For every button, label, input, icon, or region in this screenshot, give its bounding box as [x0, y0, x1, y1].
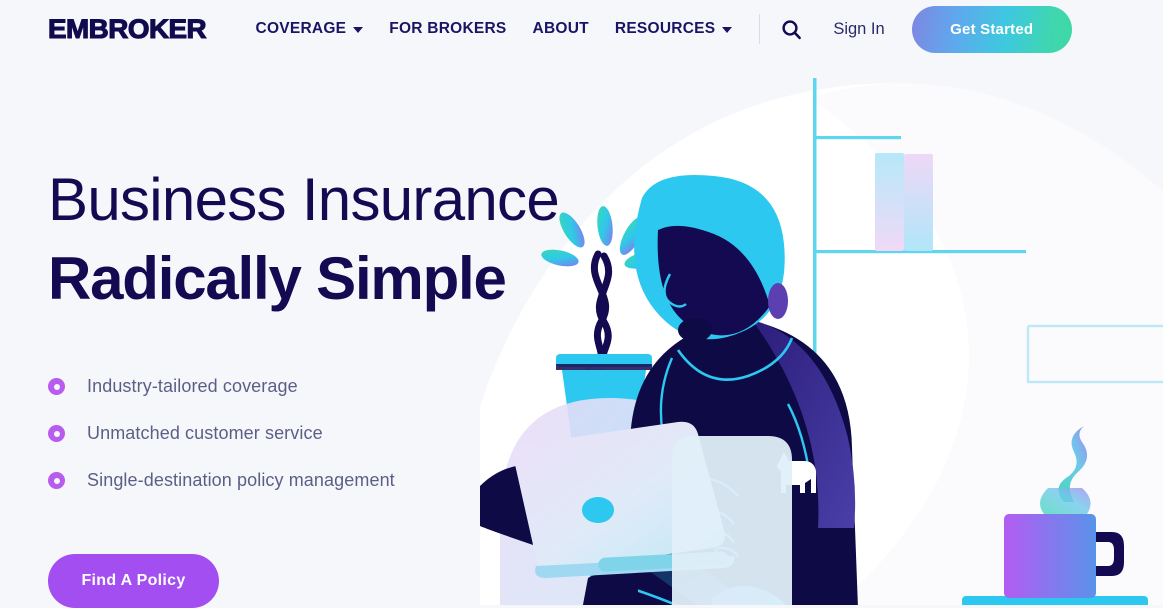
bullet-dot-icon [48, 378, 65, 395]
hero-content: Business Insurance Radically Simple Indu… [48, 160, 560, 608]
nav-item-label: ABOUT [532, 20, 589, 37]
nav-item-label: FOR BROKERS [389, 20, 507, 37]
benefit-label: Industry-tailored coverage [87, 376, 298, 396]
nav-item-label: RESOURCES [614, 20, 716, 37]
headline-line-2: Radically Simple [48, 245, 507, 312]
nav-item-for-brokers[interactable]: FOR BROKERS [376, 20, 519, 38]
bullet-dot-icon [48, 472, 65, 489]
benefit-label: Unmatched customer service [87, 423, 323, 443]
hero-illustration [480, 58, 1163, 605]
nav-item-about[interactable]: ABOUT [520, 20, 602, 38]
list-item: Single-destination policy management [48, 457, 559, 504]
page-title: Business Insurance Radically Simple [48, 160, 560, 318]
embroker-logo[interactable]: EMBROKER [47, 13, 207, 45]
list-item: Industry-tailored coverage [48, 363, 559, 410]
get-started-button[interactable]: Get Started [911, 5, 1072, 53]
search-icon [782, 19, 801, 39]
main-navigation: COVERAGE FOR BROKERS ABOUT RESOURCES [243, 20, 746, 38]
chair-arm [672, 436, 792, 605]
find-a-policy-button[interactable]: Find A Policy [48, 554, 219, 608]
chevron-down-icon [722, 27, 733, 33]
bullet-dot-icon [48, 425, 65, 442]
chevron-down-icon [353, 27, 364, 33]
nav-item-coverage[interactable]: COVERAGE [243, 20, 377, 38]
headline-line-1: Business Insurance [48, 166, 560, 233]
site-header: EMBROKER COVERAGE FOR BROKERS ABOUT RESO… [0, 0, 1163, 58]
person-working-on-laptop-illustration [480, 78, 1163, 605]
hero-benefits-list: Industry-tailored coverage Unmatched cus… [48, 363, 559, 504]
search-button[interactable] [776, 14, 806, 44]
nav-item-resources[interactable]: RESOURCES [602, 20, 745, 38]
sign-in-link[interactable]: Sign In [833, 20, 884, 39]
nav-item-label: COVERAGE [255, 20, 347, 37]
list-item: Unmatched customer service [48, 410, 559, 457]
header-divider [759, 14, 761, 44]
benefit-label: Single-destination policy management [87, 470, 395, 490]
